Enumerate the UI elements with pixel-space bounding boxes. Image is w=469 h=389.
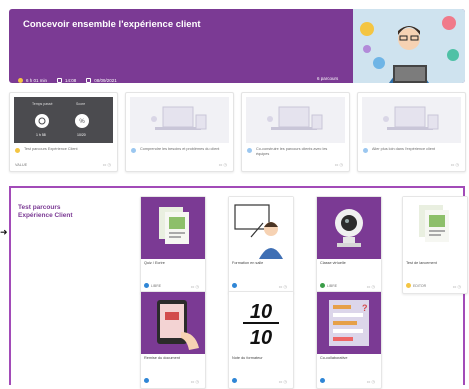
module-actions-icon[interactable]: ▭ ◷ [191, 379, 199, 384]
course-header: Concevoir ensemble l'expérience client 6… [9, 9, 465, 83]
module-label: Remise du document [144, 356, 180, 360]
module-thumbnail [317, 197, 381, 259]
board-icon: ? [329, 300, 369, 346]
thumb-value-score: 10/20 [77, 133, 86, 137]
module-card[interactable]: Test de lancement EDITOR ▭ ◷ [402, 196, 468, 294]
score-icon: 10 10 [243, 301, 279, 349]
module-label: Formation en salle [232, 261, 264, 265]
module-foot: LIBRE [327, 284, 338, 288]
module-thumbnail [403, 197, 467, 259]
status-dot [406, 283, 411, 288]
card-actions-icon[interactable]: ▭ ◷ [219, 162, 227, 167]
status-dot [320, 378, 325, 383]
card-caption: Comprendre les besoins et problèmes du c… [140, 147, 220, 151]
hero-illustration [353, 9, 465, 83]
devices-illustration [151, 106, 207, 130]
card-thumbnail [362, 97, 461, 143]
calendar-icon [57, 77, 63, 83]
hero-svg [360, 16, 459, 83]
time-value: 14:08 [65, 77, 77, 83]
clock-icon [18, 77, 23, 83]
module-actions-icon[interactable]: ▭ ◷ [453, 284, 461, 289]
course-card[interactable]: Co-construire les parcours clients avec … [241, 92, 350, 172]
card-actions-icon[interactable]: ▭ ◷ [103, 162, 111, 167]
module-foot: EDITOR [413, 284, 427, 288]
card-caption: Test parcours Expérience Client [24, 147, 78, 151]
module-thumbnail: 10 10 [229, 292, 293, 354]
card-actions-icon[interactable]: ▭ ◷ [451, 162, 459, 167]
duration-stat: 6 h 01 min [18, 77, 48, 83]
course-count: 6 parcours [317, 76, 339, 81]
svg-text:%: % [79, 119, 85, 125]
duration-value: 6 h 01 min [26, 77, 48, 83]
status-dot [232, 283, 237, 288]
module-label: Note du formateur [232, 356, 263, 360]
module-card[interactable]: Classe virtuelle LIBRE ▭ ◷ [316, 196, 382, 294]
stats-icons: % [35, 114, 89, 128]
tablet-icon [157, 300, 199, 350]
module-actions-icon[interactable]: ▭ ◷ [367, 379, 375, 384]
date-icon [86, 77, 92, 83]
module-thumbnail: ? [317, 292, 381, 354]
webcam-icon [335, 209, 363, 247]
module-label: Quiz / Ecrire [144, 261, 165, 265]
section-title-line1: Test parcours [18, 204, 61, 211]
score-bottom: 10 [250, 327, 272, 349]
status-dot [15, 148, 20, 153]
course-card[interactable]: Temps passé Score % 1 h 58 10/20 Test pa… [9, 92, 118, 172]
section-title: Test parcours Expérience Client [18, 204, 73, 219]
arrow-pointer-icon: ➜ [0, 227, 8, 237]
course-stats: 6 h 01 min 14:08 08/09/2021 [18, 73, 117, 83]
page-title: Concevoir ensemble l'expérience client [23, 19, 201, 30]
module-card[interactable]: Formation en salle ▭ ◷ [228, 196, 294, 294]
course-card[interactable]: Comprendre les besoins et problèmes du c… [125, 92, 234, 172]
module-label: Co-collaborative [320, 356, 348, 360]
card-caption: Co-construire les parcours clients avec … [256, 147, 328, 156]
module-card[interactable]: Quiz / Ecrire LIBRE ▭ ◷ [140, 196, 206, 294]
module-actions-icon[interactable]: ▭ ◷ [191, 284, 199, 289]
status-dot [232, 378, 237, 383]
svg-text:?: ? [362, 303, 368, 313]
course-card[interactable]: Aller plus loin dans l'expérience client… [357, 92, 466, 172]
devices-illustration [383, 106, 439, 130]
card-thumbnail [246, 97, 345, 143]
module-actions-icon[interactable]: ▭ ◷ [279, 379, 287, 384]
status-dot [131, 148, 136, 153]
trainer-icon [234, 204, 283, 259]
status-dot [144, 283, 149, 288]
status-dot [320, 283, 325, 288]
module-thumbnail [229, 197, 293, 259]
card-caption: Aller plus loin dans l'expérience client [372, 147, 435, 151]
time-stat: 14:08 [57, 77, 77, 83]
card-actions-icon[interactable]: ▭ ◷ [335, 162, 343, 167]
section-title-line2: Expérience Client [18, 211, 73, 219]
card-footer: VALUE [15, 163, 28, 167]
module-actions-icon[interactable]: ▭ ◷ [367, 284, 375, 289]
status-dot [363, 148, 368, 153]
score-top: 10 [250, 301, 272, 323]
status-dot [144, 378, 149, 383]
devices-illustration [267, 106, 323, 130]
date-value: 08/09/2021 [94, 77, 117, 83]
status-dot [247, 148, 252, 153]
module-foot: LIBRE [151, 284, 162, 288]
course-cards-row: Temps passé Score % 1 h 58 10/20 Test pa… [9, 92, 466, 176]
card-thumbnail: Temps passé Score % 1 h 58 10/20 [14, 97, 113, 143]
module-label: Test de lancement [406, 261, 437, 265]
document-icon [159, 207, 189, 244]
card-thumbnail [130, 97, 229, 143]
module-thumbnail [141, 292, 205, 354]
document-icon [419, 205, 449, 242]
module-thumbnail [141, 197, 205, 259]
module-label: Classe virtuelle [320, 261, 346, 265]
module-card[interactable]: Remise du document ▭ ◷ [140, 291, 206, 389]
module-card[interactable]: 10 10 Note du formateur ▭ ◷ [228, 291, 294, 389]
module-card[interactable]: ? Co-collaborative ▭ ◷ [316, 291, 382, 389]
thumb-value-time: 1 h 58 [36, 133, 46, 137]
module-actions-icon[interactable]: ▭ ◷ [279, 284, 287, 289]
date-stat: 08/09/2021 [86, 77, 117, 83]
